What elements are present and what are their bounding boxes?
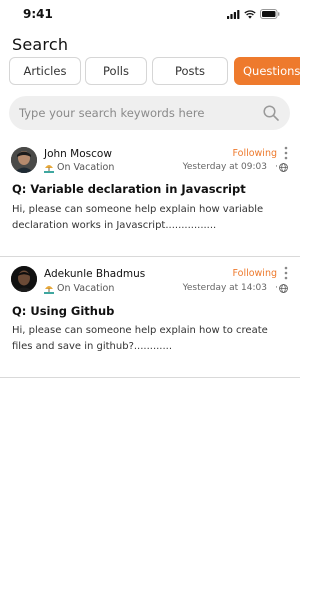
post-timestamp: Yesterday at 09:03 — [182, 162, 267, 172]
status-vacation: On Vacation — [44, 283, 114, 294]
tab-posts[interactable]: Posts — [152, 57, 228, 85]
post-card[interactable]: John Moscow On Vacation Following Yester… — [0, 138, 300, 257]
post-body: Hi, please can someone help explain how … — [12, 325, 268, 352]
author-name[interactable]: Adekunle Bhadmus — [44, 268, 145, 280]
status-vacation: On Vacation — [44, 162, 114, 173]
following-button[interactable]: Following — [233, 268, 278, 279]
more-options-icon[interactable] — [284, 266, 288, 280]
following-button[interactable]: Following — [233, 148, 278, 159]
avatar[interactable] — [11, 266, 37, 292]
page-title: Search — [12, 35, 69, 54]
search-icon[interactable] — [262, 104, 280, 122]
post-title[interactable]: Q: Using Github — [12, 304, 114, 318]
wifi-icon — [244, 9, 256, 19]
tab-questions[interactable]: Questions — [234, 57, 300, 85]
post-timestamp: Yesterday at 14:03 — [182, 283, 267, 293]
status-bar: 9:41 — [0, 0, 300, 30]
beach-umbrella-icon — [44, 164, 54, 173]
post-body: Hi, please can someone help explain how … — [12, 204, 264, 231]
separator-dot: · — [275, 283, 278, 293]
search-input[interactable] — [19, 96, 259, 130]
more-options-icon[interactable] — [284, 146, 288, 160]
post-title[interactable]: Q: Variable declaration in Javascript — [12, 182, 246, 196]
avatar[interactable] — [11, 147, 37, 173]
status-time: 9:41 — [23, 7, 53, 21]
status-text: On Vacation — [57, 162, 115, 173]
post-card[interactable]: Adekunle Bhadmus On Vacation Following Y… — [0, 257, 300, 378]
separator-dot: · — [275, 162, 278, 172]
status-icons — [227, 9, 280, 19]
beach-umbrella-icon — [44, 285, 54, 294]
signal-icon — [227, 9, 240, 19]
globe-icon — [279, 163, 288, 172]
tab-articles[interactable]: Articles — [9, 57, 81, 85]
globe-icon — [279, 284, 288, 293]
search-bar — [9, 96, 290, 130]
battery-icon — [260, 9, 280, 19]
author-name[interactable]: John Moscow — [44, 148, 112, 160]
tab-polls[interactable]: Polls — [85, 57, 147, 85]
status-text: On Vacation — [57, 283, 115, 294]
filter-tabs: Articles Polls Posts Questions — [0, 57, 300, 87]
